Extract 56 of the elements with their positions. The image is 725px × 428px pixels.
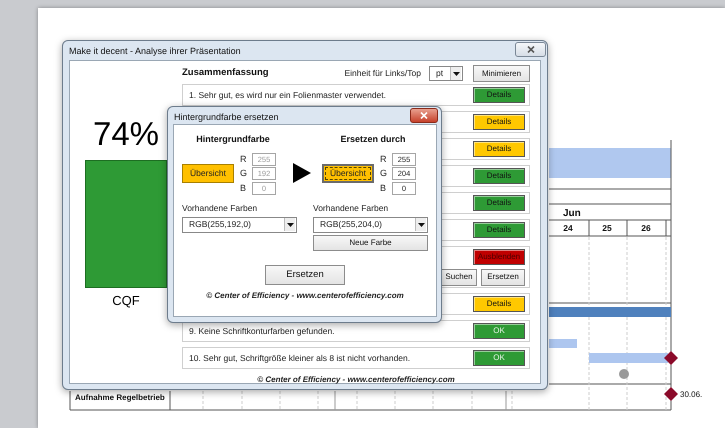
status-button[interactable]: Details (473, 141, 525, 157)
copyright-text: © Center of Efficiency - www.centerofefficiency.com (205, 290, 405, 302)
check-result-text: 9. Keine Schriftkonturfarben gefunden. (189, 324, 335, 338)
close-icon (526, 46, 534, 53)
unit-label: Einheit für Links/Top (344, 67, 421, 80)
column-heading: Hintergrundfarbe (195, 133, 271, 146)
color-dropdown[interactable]: RGB(255,192,0) (182, 216, 297, 233)
action-button[interactable]: Ersetzen (481, 268, 525, 286)
action-button[interactable]: Suchen (441, 268, 477, 286)
status-button[interactable]: Details (473, 296, 525, 312)
close-button[interactable] (410, 108, 438, 123)
check-result-text: 10. Sehr gut, Schriftgröße kleiner als 8 ist nicht vorhanden. (189, 352, 410, 364)
field-label: Vorhandene Farben (313, 202, 390, 215)
channel-label: R (380, 152, 388, 166)
status-button[interactable]: Details (473, 168, 525, 184)
day-label: 25 (602, 223, 612, 233)
section-heading: Zusammenfassung (182, 66, 269, 80)
arrow-icon (293, 163, 311, 183)
overview-button[interactable]: Übersicht (322, 164, 374, 184)
field-label: Vorhandene Farben (182, 202, 258, 215)
date-label: 30.06. (680, 390, 702, 399)
dropdown-caret-icon (415, 218, 426, 232)
channel-label: B (240, 182, 248, 194)
task-label: Aufnahme Regelbetrieb (75, 393, 165, 402)
new-color-button[interactable]: Neue Farbe (313, 234, 428, 251)
channel-label: G (240, 167, 248, 180)
score-label: CQF (112, 292, 140, 310)
task-bar (549, 339, 577, 348)
status-button[interactable]: Details (473, 114, 525, 130)
check-result-text: 1. Sehr gut, es wird nur ein Folienmaster verwendet. (189, 88, 386, 102)
replace-button[interactable]: Ersetzen (265, 264, 345, 285)
minimize-button[interactable]: Minimieren (473, 65, 530, 82)
channel-label: B (380, 182, 388, 194)
column-heading: Ersetzen durch (339, 133, 407, 146)
close-icon (420, 112, 428, 119)
close-button[interactable] (515, 42, 546, 57)
unit-dropdown[interactable]: pt (429, 66, 463, 81)
color-dropdown[interactable]: RGB(255,204,0) (313, 216, 428, 233)
channel-label: R (240, 152, 248, 166)
dropdown-caret-icon (284, 218, 295, 232)
overview-button[interactable]: Übersicht (182, 164, 234, 184)
channel-label: G (380, 167, 388, 180)
progress-dot (619, 369, 629, 379)
status-button[interactable]: Details (473, 195, 525, 211)
day-label: 24 (563, 223, 573, 233)
status-button[interactable]: Details (473, 222, 525, 238)
status-button[interactable]: Details (473, 87, 525, 103)
day-label: 26 (641, 223, 651, 233)
dropdown-caret-icon (450, 67, 461, 80)
copyright-text: © Center of Efficiency - www.centerofefficiency.com (256, 374, 456, 386)
milestone-icon (664, 351, 678, 365)
window-title: Hintergrundfarbe ersetzen (174, 111, 279, 124)
milestone-icon (664, 387, 678, 401)
window-title: Make it decent - Analyse ihrer Präsentation (69, 45, 241, 58)
month-label: Jun (563, 208, 581, 219)
score-percentage: 74% (92, 117, 160, 150)
